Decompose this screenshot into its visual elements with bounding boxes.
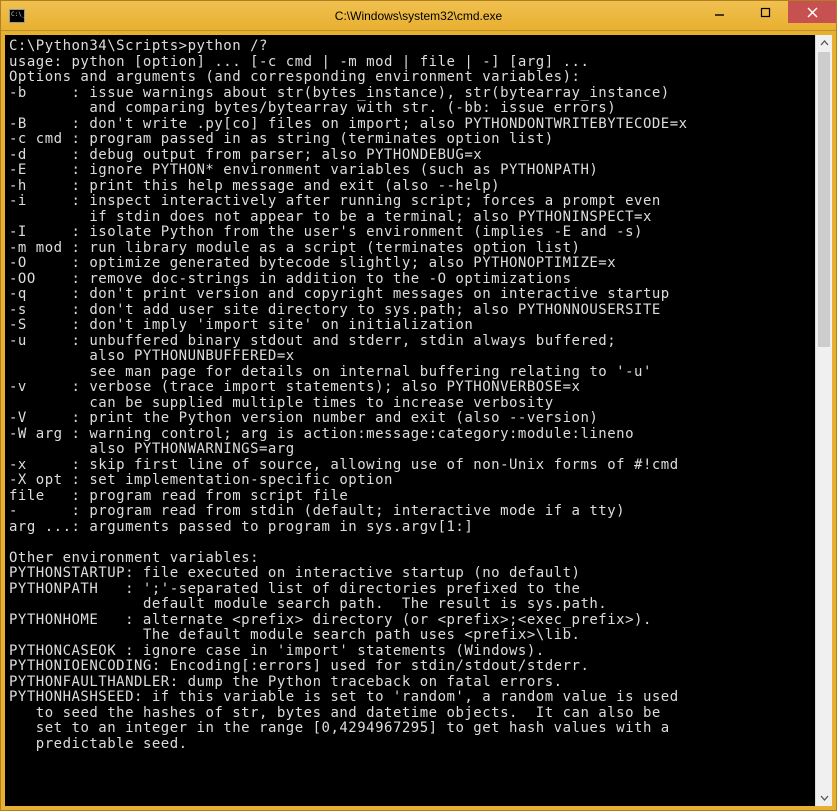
cmd-icon [9,9,25,23]
scrollbar-track[interactable] [816,52,832,789]
scrollbar-thumb[interactable] [818,52,830,347]
chevron-up-icon [820,39,829,48]
minimize-icon [714,7,725,18]
window-controls [696,1,836,30]
cmd-window: C:\Windows\system32\cmd.exe C:\Python34\… [0,0,837,811]
maximize-icon [760,7,771,18]
maximize-button[interactable] [742,1,788,23]
close-icon [807,7,818,18]
minimize-button[interactable] [696,1,742,23]
titlebar[interactable]: C:\Windows\system32\cmd.exe [1,1,836,31]
close-button[interactable] [788,1,836,23]
client-area: C:\Python34\Scripts>python /? usage: pyt… [1,31,836,810]
scroll-down-button[interactable] [816,789,832,806]
console-output[interactable]: C:\Python34\Scripts>python /? usage: pyt… [5,35,815,806]
scroll-up-button[interactable] [816,35,832,52]
vertical-scrollbar[interactable] [815,35,832,806]
chevron-down-icon [820,793,829,802]
